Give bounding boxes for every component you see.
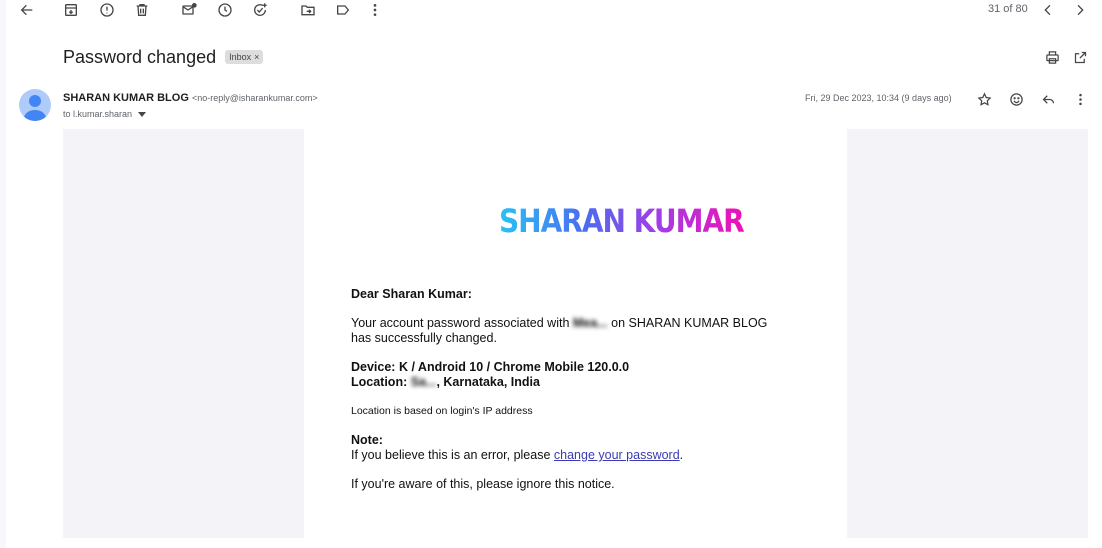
caret-down-icon bbox=[138, 111, 147, 117]
sender-email: <no-reply@isharankumar.com> bbox=[191, 93, 318, 103]
location-note: Location is based on login's IP address bbox=[351, 405, 533, 417]
ignore-notice: If you're aware of this, please ignore t… bbox=[351, 477, 615, 491]
snooze-icon[interactable] bbox=[214, 0, 236, 20]
more-vert-icon[interactable] bbox=[364, 0, 386, 20]
redacted-city: Sa... bbox=[410, 375, 437, 389]
sender-name[interactable]: SHARAN KUMAR BLOG bbox=[63, 92, 189, 104]
note-text-end: . bbox=[679, 448, 684, 462]
person-icon bbox=[23, 95, 47, 121]
label-icon[interactable] bbox=[332, 0, 354, 20]
older-chevron-left-icon[interactable] bbox=[1037, 0, 1059, 20]
inbox-label-chip[interactable]: Inbox × bbox=[225, 50, 264, 64]
open-in-new-window-icon[interactable] bbox=[1071, 48, 1089, 66]
note-block: Note: If you believe this is an error, p… bbox=[351, 433, 791, 463]
change-password-link[interactable]: change your password bbox=[554, 448, 680, 462]
newer-chevron-right-icon[interactable] bbox=[1069, 0, 1091, 20]
remove-label-icon[interactable]: × bbox=[254, 52, 259, 62]
archive-icon[interactable] bbox=[60, 0, 82, 20]
device-location-block: Device: K / Android 10 / Chrome Mobile 1… bbox=[351, 360, 791, 390]
location-label: Location: bbox=[351, 375, 411, 389]
device-info: Device: K / Android 10 / Chrome Mobile 1… bbox=[351, 360, 630, 374]
message-date: Fri, 29 Dec 2023, 10:34 (9 days ago) bbox=[805, 93, 952, 103]
recipient-text: to l.kumar.sharan bbox=[63, 109, 133, 119]
print-icon[interactable] bbox=[1043, 48, 1061, 66]
redacted-account: Mea... bbox=[572, 316, 608, 330]
sender-line: SHARAN KUMAR BLOG <no-reply@isharankumar… bbox=[63, 92, 318, 104]
email-greeting: Dear Sharan Kumar: bbox=[351, 287, 472, 301]
password-changed-paragraph: Your account password associated with Me… bbox=[351, 316, 791, 346]
label-chip-text: Inbox bbox=[229, 52, 252, 62]
note-text: If you believe this is an error, please bbox=[351, 448, 554, 462]
email-subject: Password changed bbox=[63, 46, 217, 67]
email-content: Dear Sharan Kumar: Your account password… bbox=[351, 287, 791, 506]
email-body-background: SHARAN KUMAR Dear Sharan Kumar: Your acc… bbox=[63, 129, 1088, 538]
add-to-tasks-icon[interactable] bbox=[249, 0, 271, 20]
toolbar: 31 of 80 bbox=[6, 0, 1102, 22]
recipient-details-toggle[interactable]: to l.kumar.sharan bbox=[63, 109, 147, 119]
sharan-kumar-logo: SHARAN KUMAR bbox=[499, 202, 745, 240]
subject-row: Password changed Inbox × bbox=[63, 44, 264, 70]
message-view: 31 of 80 Password changed Inbox × SHARAN… bbox=[6, 0, 1102, 548]
move-to-icon[interactable] bbox=[297, 0, 319, 20]
report-spam-icon[interactable] bbox=[96, 0, 118, 20]
reply-icon[interactable] bbox=[1039, 90, 1057, 108]
sender-avatar[interactable] bbox=[19, 89, 51, 121]
star-icon[interactable] bbox=[975, 90, 993, 108]
more-options-icon[interactable] bbox=[1071, 90, 1089, 108]
email-body: SHARAN KUMAR Dear Sharan Kumar: Your acc… bbox=[304, 129, 847, 538]
location-region: , Karnataka, India bbox=[436, 375, 540, 389]
delete-icon[interactable] bbox=[131, 0, 153, 20]
pager-count: 31 of 80 bbox=[988, 3, 1028, 15]
emoji-reaction-icon[interactable] bbox=[1007, 90, 1025, 108]
para1-text: Your account password associated with bbox=[351, 316, 573, 330]
note-title: Note: bbox=[351, 433, 383, 447]
mark-unread-icon[interactable] bbox=[178, 0, 200, 20]
back-arrow-icon[interactable] bbox=[16, 0, 38, 20]
